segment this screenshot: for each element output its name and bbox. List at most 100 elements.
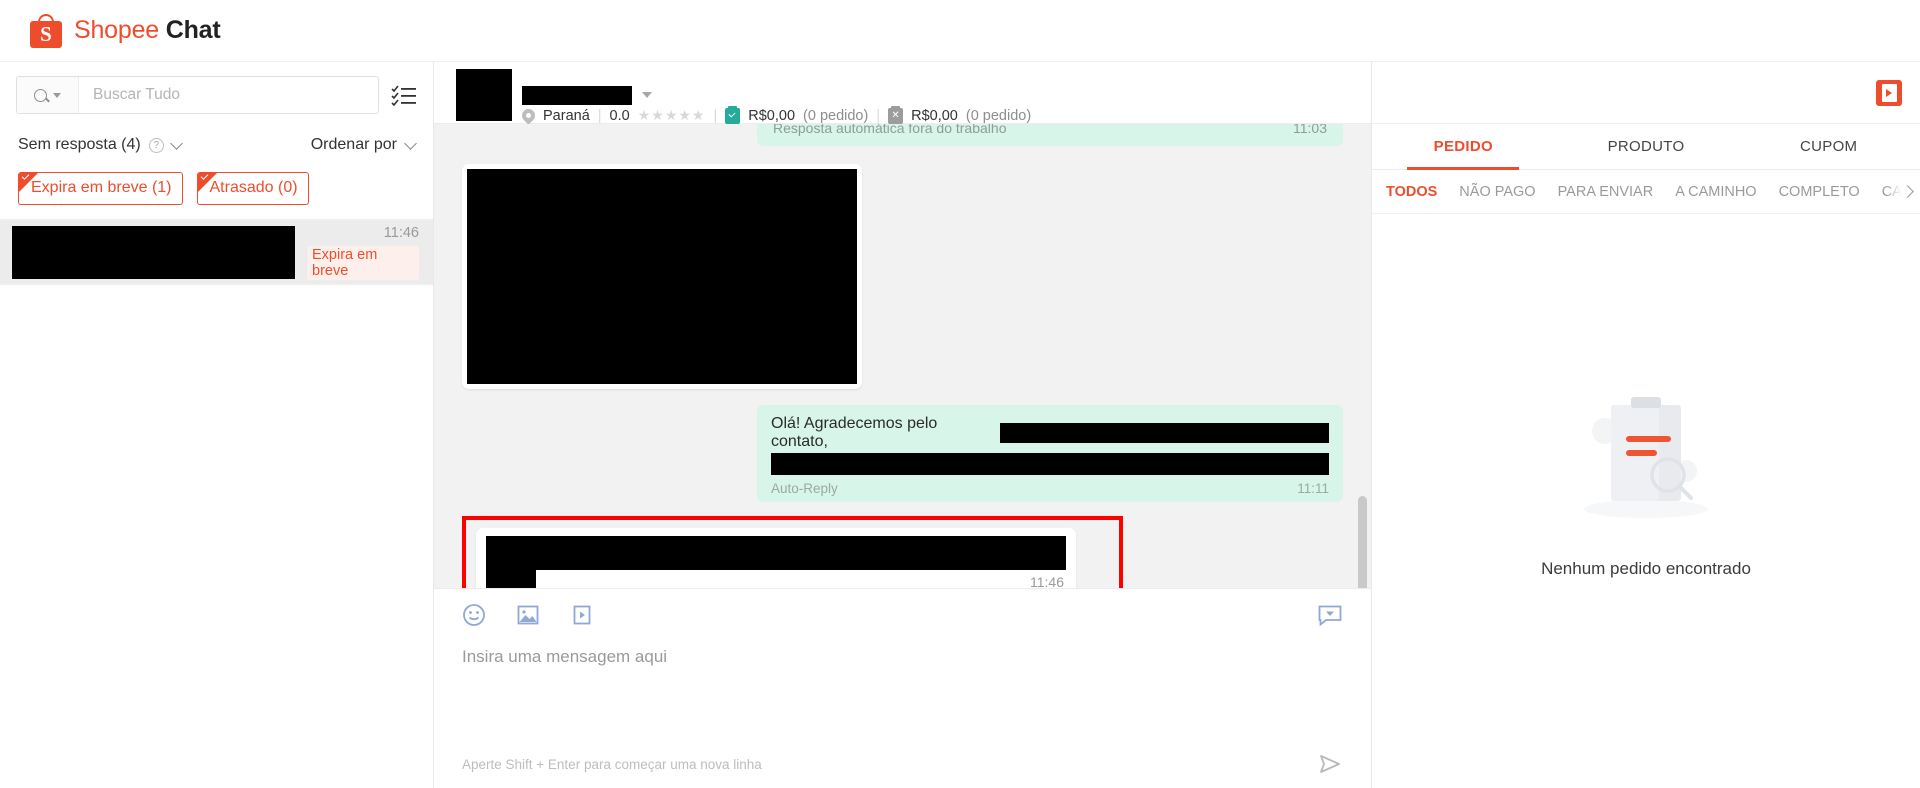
brand-logo[interactable]: S Shopee Chat [28,13,221,49]
composer-hint: Aperte Shift + Enter para começar uma no… [462,756,762,772]
message-scrollbar[interactable] [1358,496,1367,588]
order-panel-header [1372,62,1920,124]
auto-reply-redacted-2 [771,453,1329,475]
tab-cupom[interactable]: CUPOM [1737,124,1920,169]
empty-order-clipboard-icon [1584,397,1708,518]
avatar [456,69,512,121]
conversation-name-redacted [12,225,295,279]
chat-buyer-stats: Paraná | 0.0 ★★★★★ | R$0,00 (0 pedido) |… [519,105,1371,125]
chevron-right-icon [1901,185,1914,198]
message-list[interactable]: Resposta automática fora do trabalho 11:… [434,124,1371,588]
chat-buyer-name-redacted [522,85,632,105]
message-input[interactable]: Insira uma mensagem aqui [462,647,1343,752]
completed-amount: R$0,00 [748,107,796,124]
caret-down-icon [53,92,61,98]
checklist-icon[interactable] [391,84,417,106]
auto-reply-footer: Auto-Reply 11:11 [771,481,1329,496]
main-body: Sem resposta (4) ? Ordenar por Expira em… [0,62,1920,788]
auto-reply-text: Olá! Agradecemos pelo contato, [771,415,938,450]
send-icon[interactable] [1317,752,1343,776]
message-composer: Insira uma mensagem aqui Aperte Shift + … [434,588,1371,788]
auto-reply-bubble: Olá! Agradecemos pelo contato, Auto-Repl… [757,405,1343,502]
order-panel: PEDIDO PRODUTO CUPOM TODOS NÃO PAGO PARA… [1372,62,1920,788]
buyer-location: Paraná [543,107,590,124]
receipt-cancel-icon: ✕ [888,105,904,124]
search-box[interactable] [16,76,379,114]
rating-stars: ★★★★★ [637,107,706,123]
subtab-todos[interactable]: TODOS [1386,184,1437,200]
chip-atrasado[interactable]: Atrasado (0) [196,172,309,205]
filter-chips: Expira em breve (1) Atrasado (0) [0,160,433,219]
chip-expira-em-breve-label: Expira em breve (1) [31,179,172,196]
shopee-logo-letter: S [40,21,52,46]
subtab-nao-pago[interactable]: NÃO PAGO [1459,184,1535,200]
incoming-image-message[interactable] [462,164,1343,389]
image-icon[interactable] [516,603,540,627]
tab-cupom-label: CUPOM [1800,138,1858,155]
search-scope-dropdown[interactable] [17,77,79,113]
composer-toolbar [462,603,1343,627]
brand-name-chat: Chat [165,16,221,44]
auto-reply-message: Olá! Agradecemos pelo contato, Auto-Repl… [462,405,1343,502]
order-panel-tabs: PEDIDO PRODUTO CUPOM [1372,124,1920,170]
chevron-down-icon [169,136,183,150]
last-message-time: 11:46 [1030,574,1064,588]
divider: | [597,107,602,124]
location-pin-icon [519,106,538,125]
caret-down-icon[interactable] [642,92,652,98]
conversation-time: 11:46 [383,224,419,241]
cancelled-amount: R$0,00 [911,107,958,124]
empty-state: Nenhum pedido encontrado [1372,174,1920,788]
tab-pedido[interactable]: PEDIDO [1372,124,1555,169]
search-row [0,62,433,126]
chat-buyer-name-wrap [522,85,652,105]
divider: | [713,107,718,124]
empty-state-label: Nenhum pedido encontrado [1541,559,1751,578]
quick-reply-icon[interactable] [1317,603,1343,627]
cancelled-orders: (0 pedido) [965,107,1032,124]
incoming-bubble [462,164,862,389]
system-message-bubble: Resposta automática fora do trabalho 11:… [757,124,1343,146]
subtab-a-caminho[interactable]: A CAMINHO [1675,184,1756,200]
subtab-completo[interactable]: COMPLETO [1779,184,1860,200]
auto-reply-label: Auto-Reply [771,481,838,496]
auto-reply-time: 11:11 [1297,481,1329,496]
divider: | [876,107,881,124]
filter-row: Sem resposta (4) ? Ordenar por [0,126,433,160]
video-icon[interactable] [570,603,594,627]
list-item[interactable]: 11:46 Expira em breve [0,219,433,285]
conversation-sidebar: Sem resposta (4) ? Ordenar por Expira em… [0,62,434,788]
app-root: S Shopee Chat Buscar Tudo Sem resposta (… [0,0,1920,788]
brand-name-shopee: Shopee [74,16,159,44]
chip-atrasado-label: Atrasado (0) [209,179,298,196]
system-message-time: 11:03 [1293,124,1327,136]
message-list-inner: Resposta automática fora do trabalho 11:… [434,124,1371,588]
brand-title: Shopee Chat [74,16,221,45]
chip-expira-em-breve[interactable]: Expira em breve (1) [18,172,183,205]
tab-pedido-label: PEDIDO [1433,138,1493,155]
unanswered-filter[interactable]: Sem resposta (4) ? [18,136,183,154]
shopee-logo-icon: S [28,13,64,49]
auto-reply-redacted-1 [999,423,1329,443]
last-message-redacted-1 [486,536,1066,570]
unanswered-filter-label: Sem resposta (4) [18,136,141,153]
tab-produto[interactable]: PRODUTO [1555,124,1738,169]
chat-header: Paraná | 0.0 ★★★★★ | R$0,00 (0 pedido) |… [434,62,1371,125]
chevron-down-icon [404,136,417,150]
collapse-panel-icon[interactable] [1876,79,1902,106]
sort-by-dropdown[interactable]: Ordenar por [310,136,417,154]
last-message-bubble[interactable]: 11:46 [476,528,1076,588]
subtab-para-enviar[interactable]: PARA ENVIAR [1558,184,1654,200]
status-badge: Expira em breve [307,245,419,280]
conversation-meta: 11:46 Expira em breve [307,225,419,280]
emoji-smile-icon[interactable] [462,603,486,627]
subtabs-next-button[interactable] [1886,170,1920,213]
question-circle-icon[interactable]: ? [148,137,164,153]
top-bar: S Shopee Chat [0,0,1920,62]
sort-by-label: Ordenar por [310,136,397,153]
order-status-subtabs: TODOS NÃO PAGO PARA ENVIAR A CAMINHO COM… [1372,170,1920,214]
buyer-rating: 0.0 [609,107,630,124]
highlight-annotation: 11:46 [462,516,1123,588]
receipt-check-icon [725,105,741,124]
search-input[interactable] [79,77,378,113]
